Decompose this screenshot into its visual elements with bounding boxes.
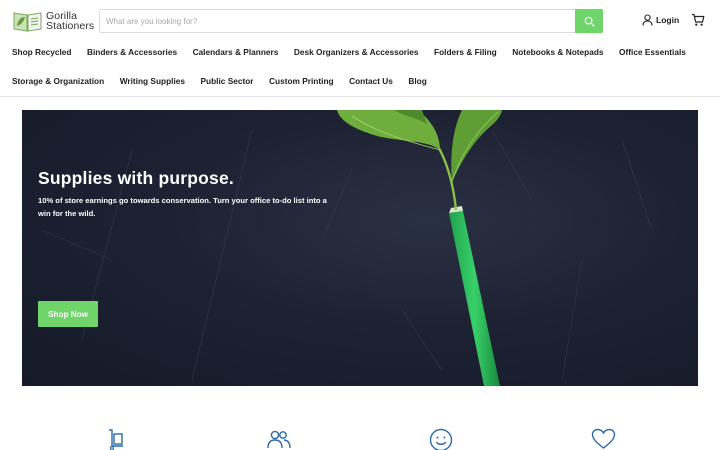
heart-icon (591, 428, 616, 449)
user-icon (642, 14, 653, 26)
nav-custom-printing[interactable]: Custom Printing (269, 76, 334, 86)
login-link[interactable]: Login (642, 14, 679, 26)
nav-office-essentials[interactable]: Office Essentials (619, 47, 686, 57)
nav-blog[interactable]: Blog (408, 76, 426, 86)
shop-now-button[interactable]: Shop Now (38, 301, 98, 327)
nav-public-sector[interactable]: Public Sector (201, 76, 254, 86)
site-header: Gorilla Stationers Login Shop Recycled (0, 0, 720, 97)
book-leaf-icon (13, 12, 42, 32)
search-button[interactable] (575, 9, 603, 33)
hero-title: Supplies with purpose. (38, 168, 234, 188)
search-icon (584, 16, 594, 26)
hand-truck-icon (109, 429, 123, 450)
brand-name-line2: Stationers (46, 20, 95, 32)
nav-contact-us[interactable]: Contact Us (349, 76, 393, 86)
cart-icon (692, 13, 705, 26)
hero-background-image (41, 110, 653, 386)
nav-notebooks-notepads[interactable]: Notebooks & Notepads (512, 47, 603, 57)
main-navigation: Shop Recycled Binders & Accessories Cale… (12, 46, 712, 87)
nav-shop-recycled[interactable]: Shop Recycled (12, 47, 71, 57)
nav-row-2: Storage & Organization Writing Supplies … (12, 75, 712, 87)
hero-subtitle: 10% of store earnings go towards conserv… (38, 196, 327, 218)
login-label: Login (656, 15, 680, 25)
smile-icon (429, 428, 453, 450)
nav-binders-accessories[interactable]: Binders & Accessories (87, 47, 177, 57)
search-bar (99, 9, 603, 33)
features-row (0, 426, 720, 450)
brand-logo[interactable]: Gorilla Stationers (12, 9, 94, 33)
nav-desk-organizers[interactable]: Desk Organizers & Accessories (294, 47, 419, 57)
search-input[interactable] (100, 10, 575, 32)
nav-calendars-planners[interactable]: Calendars & Planners (193, 47, 279, 57)
cart-button[interactable] (691, 13, 705, 32)
nav-row-1: Shop Recycled Binders & Accessories Cale… (12, 46, 712, 58)
hero-banner: Supplies with purpose. 10% of store earn… (22, 110, 698, 386)
nav-folders-filing[interactable]: Folders & Filing (434, 47, 497, 57)
nav-writing-supplies[interactable]: Writing Supplies (120, 76, 185, 86)
brand-name: Gorilla Stationers (46, 11, 95, 32)
nav-storage-organization[interactable]: Storage & Organization (12, 76, 104, 86)
users-icon (267, 430, 291, 449)
